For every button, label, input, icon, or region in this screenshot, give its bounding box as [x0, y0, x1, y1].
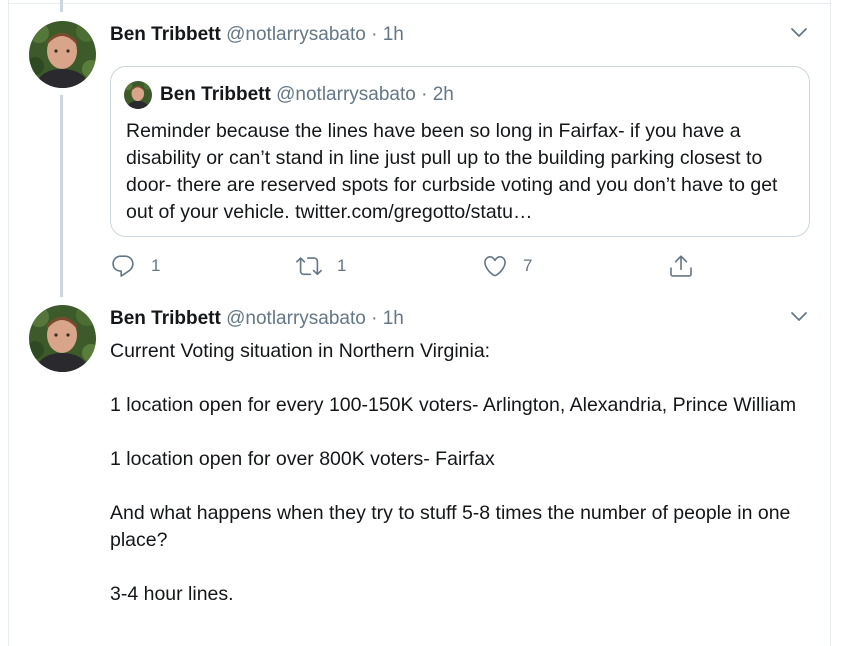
avatar-photo [29, 21, 96, 88]
avatar[interactable] [29, 21, 96, 88]
tweet-paragraph: 3-4 hour lines. [110, 583, 234, 605]
quoted-tweet[interactable]: Ben Tribbett @notlarrysabato · 2h Remind… [110, 66, 810, 237]
reply-icon [112, 255, 134, 277]
tweet-paragraph: 1 location open for over 800K voters- Fa… [110, 448, 495, 470]
quoted-avatar [124, 81, 152, 109]
retweet-icon [296, 257, 322, 276]
author-name[interactable]: Ben Tribbett [110, 24, 221, 45]
tweet-actions: 1 1 7 [110, 252, 710, 280]
tweet-header: Ben Tribbett @notlarrysabato · 1h [110, 307, 404, 331]
quoted-timestamp: 2h [432, 84, 454, 105]
author-handle[interactable]: @notlarrysabato [226, 308, 366, 329]
author-handle[interactable]: @notlarrysabato [226, 24, 366, 45]
tweet-paragraph: Current Voting situation in Northern Vir… [110, 340, 491, 362]
share-icon [670, 255, 692, 277]
share-button[interactable] [668, 252, 694, 280]
like-button[interactable]: 7 [482, 252, 532, 280]
chevron-down-icon[interactable] [788, 305, 810, 327]
like-icon [484, 255, 506, 277]
tweet-text: Current Voting situation in Northern Vir… [110, 338, 810, 608]
timestamp[interactable]: 1h [383, 308, 404, 329]
thread-connector [60, 95, 63, 297]
like-count: 7 [523, 256, 533, 275]
quoted-tweet-text: Reminder because the lines have been so … [126, 120, 778, 223]
separator-dot: · [371, 24, 378, 45]
tweet-paragraph: And what happens when they try to stuff … [110, 502, 791, 551]
reply-count: 1 [151, 256, 161, 275]
reply-button[interactable]: 1 [110, 252, 160, 280]
quoted-separator-dot: · [421, 84, 428, 105]
thread-connector-top [60, 0, 63, 12]
quoted-header: Ben Tribbett @notlarrysabato · 2h [160, 83, 454, 107]
timestamp[interactable]: 1h [383, 24, 404, 45]
tweet-paragraph: 1 location open for every 100-150K voter… [110, 394, 797, 416]
avatar-photo [29, 305, 96, 372]
quoted-author-handle: @notlarrysabato [276, 84, 416, 105]
tweet-header: Ben Tribbett @notlarrysabato · 1h [110, 23, 404, 47]
avatar[interactable] [29, 305, 96, 372]
chevron-down-icon[interactable] [788, 21, 810, 43]
quoted-author-name: Ben Tribbett [160, 84, 271, 105]
top-divider [8, 0, 831, 4]
retweet-button[interactable]: 1 [296, 252, 346, 280]
separator-dot: · [371, 308, 378, 329]
author-name[interactable]: Ben Tribbett [110, 308, 221, 329]
retweet-count: 1 [337, 256, 347, 275]
